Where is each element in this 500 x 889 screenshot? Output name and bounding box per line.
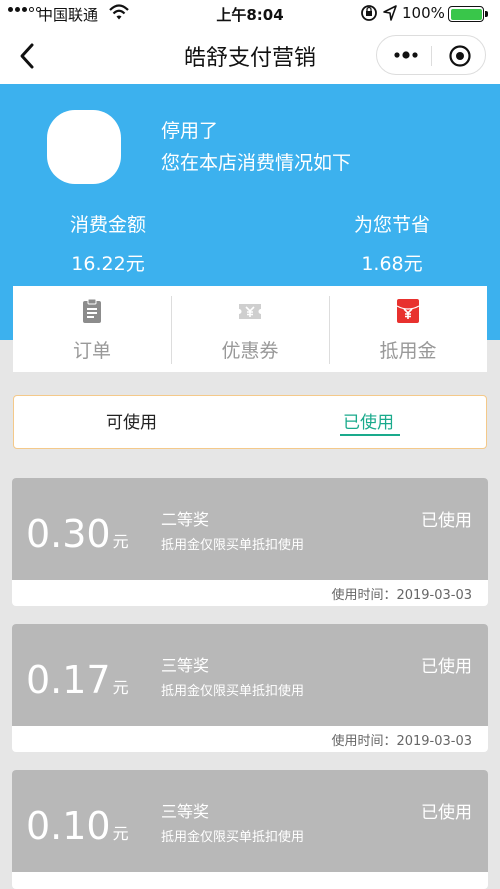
voucher-card-body: 0.10 元 三等奖 抵用金仅限买单抵扣使用 已使用 [12,770,488,872]
voucher-status: 已使用 [421,511,472,531]
saved-label: 为您节省 [353,214,430,236]
voucher-tabs: 可使用 已使用 [13,395,487,449]
voucher-card-body: 0.30 元 二等奖 抵用金仅限买单抵扣使用 已使用 [12,478,488,580]
voucher-card[interactable]: 0.30 元 二等奖 抵用金仅限买单抵扣使用 已使用 使用时间：2019-03-0… [12,478,488,606]
voucher-used-time: 使用时间：2019-03-03 [331,588,472,603]
voucher-status: 已使用 [421,803,472,823]
menu-label-orders: 订单 [72,340,111,362]
spent-label: 消费金额 [69,214,146,236]
menu-item-orders[interactable]: 订单 [13,286,171,372]
menu-label-voucher-funds: 抵用金 [379,340,437,362]
voucher-amount: 0.17 元 [26,658,129,702]
rotation-lock-icon [361,5,377,21]
voucher-amount-unit: 元 [112,532,129,551]
voucher-card-body: 0.17 元 三等奖 抵用金仅限买单抵扣使用 已使用 [12,624,488,726]
close-miniprogram-button[interactable] [449,45,471,67]
feature-menu: 订单 优惠券 抵用金 [13,286,487,372]
saved-stat: 为您节省 1.68元 [302,210,482,276]
avatar [47,110,121,184]
voucher-description: 抵用金仅限买单抵扣使用 [161,538,305,553]
voucher-amount-value: 0.10 [26,804,111,848]
saved-value: 1.68元 [361,253,423,275]
voucher-card[interactable]: 0.17 元 三等奖 抵用金仅限买单抵扣使用 已使用 使用时间：2019-03-0… [12,624,488,752]
active-tab-indicator [340,434,400,436]
voucher-prize: 三等奖 [161,802,210,821]
user-name: 停用了 [161,120,219,142]
menu-item-voucher-funds[interactable]: 抵用金 [329,286,487,372]
miniprogram-capsule [376,35,486,75]
voucher-amount: 0.30 元 [26,512,129,556]
status-bar: 中国联通 上午8:04 100% [0,0,500,28]
menu-label-coupons: 优惠券 [221,340,279,362]
ticket-icon [239,304,261,319]
location-arrow-icon [383,5,397,21]
clipboard-icon [83,298,101,323]
voucher-amount-unit: 元 [112,824,129,843]
more-options-button[interactable] [393,48,419,62]
navigation-bar: 皓舒支付营销 [0,28,500,84]
menu-item-coupons[interactable]: 优惠券 [171,286,329,372]
voucher-card[interactable]: 0.10 元 三等奖 抵用金仅限买单抵扣使用 已使用 [12,770,488,889]
voucher-amount: 0.10 元 [26,804,129,848]
voucher-status: 已使用 [421,657,472,677]
voucher-description: 抵用金仅限买单抵扣使用 [161,684,305,699]
voucher-amount-value: 0.17 [26,658,111,702]
spent-value: 16.22元 [71,253,145,275]
voucher-amount-unit: 元 [112,678,129,697]
voucher-description: 抵用金仅限买单抵扣使用 [161,830,305,845]
spent-stat: 消费金额 16.22元 [18,210,198,276]
battery-icon [448,6,488,22]
tab-used[interactable]: 已使用 [343,408,394,433]
voucher-used-time: 使用时间：2019-03-03 [331,734,472,749]
voucher-prize: 二等奖 [161,510,210,529]
voucher-prize: 三等奖 [161,656,210,675]
voucher-amount-value: 0.30 [26,512,111,556]
capsule-divider [431,46,432,66]
tab-available[interactable]: 可使用 [106,408,157,433]
red-envelope-icon [396,299,420,323]
summary-subtitle: 您在本店消费情况如下 [161,152,352,174]
battery-percent: 100% [402,4,445,22]
